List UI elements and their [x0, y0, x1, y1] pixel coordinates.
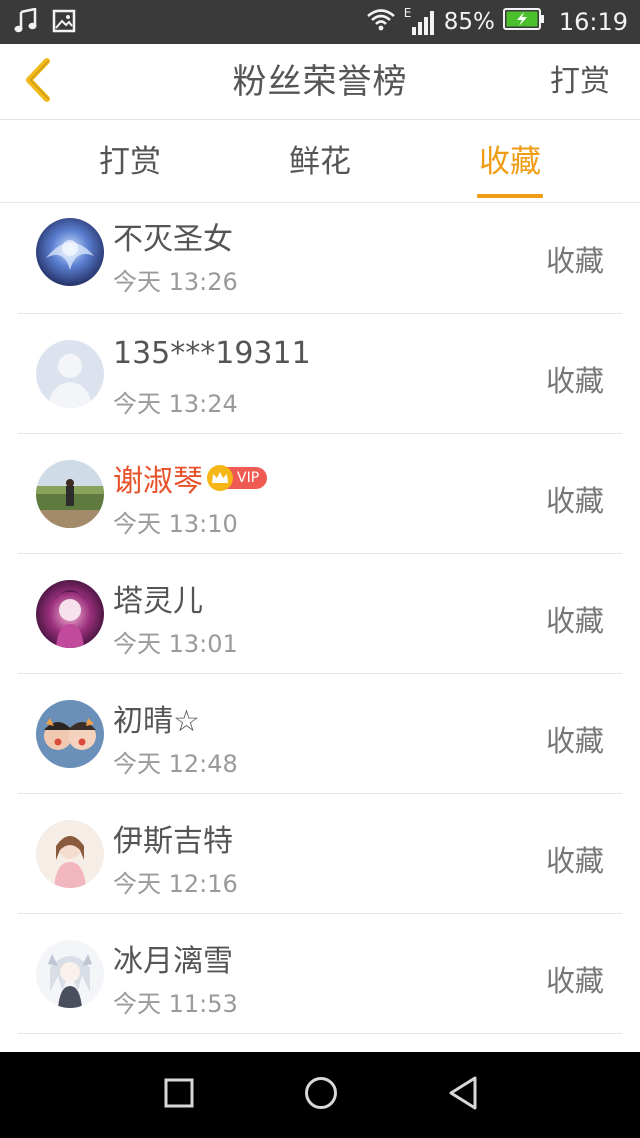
- crown-icon: [207, 465, 233, 491]
- timestamp: 今天 13:10: [113, 510, 238, 538]
- avatar: [36, 820, 104, 888]
- status-bar: E 85% 16:19: [0, 0, 640, 44]
- tab-bar: 打赏 鲜花 收藏: [0, 121, 640, 203]
- tab-reward[interactable]: 打赏: [60, 121, 200, 203]
- tab-flowers[interactable]: 鲜花: [250, 121, 390, 203]
- reward-button[interactable]: 打赏: [550, 44, 610, 120]
- home-button[interactable]: [298, 1072, 344, 1118]
- avatar: [36, 580, 104, 648]
- recents-button[interactable]: [156, 1072, 202, 1118]
- active-tab-indicator: [477, 194, 543, 198]
- list-item[interactable]: 冰月漓雪 今天 11:53 收藏: [18, 914, 622, 1034]
- status-bar-clock: 16:19: [558, 8, 628, 36]
- favorite-label: 收藏: [545, 244, 604, 278]
- user-name: 谢淑琴: [113, 464, 203, 499]
- list-item[interactable]: 135***19311 今天 13:24 收藏: [18, 314, 622, 434]
- tab-favorites-label: 收藏: [479, 144, 541, 180]
- user-name: 初晴☆: [113, 704, 200, 739]
- avatar: [36, 340, 104, 408]
- page-title: 粉丝荣誉榜: [232, 62, 408, 102]
- status-bar-left: [14, 7, 76, 38]
- status-bar-right: E 85% 16:19: [366, 0, 628, 44]
- list-item[interactable]: 谢淑琴 VIP 今天 13:10 收藏: [18, 434, 622, 554]
- avatar: [36, 218, 104, 286]
- avatar: [36, 940, 104, 1008]
- user-name-vip: 谢淑琴 VIP: [113, 456, 268, 500]
- vip-badge: VIP: [207, 465, 268, 491]
- user-name: 冰月漓雪: [113, 944, 233, 979]
- triangle-back-icon: [446, 1075, 480, 1115]
- favorite-label: 收藏: [545, 844, 604, 878]
- favorite-label: 收藏: [545, 484, 604, 518]
- avatar: [36, 460, 104, 528]
- timestamp: 今天 12:16: [113, 870, 238, 898]
- battery-percent: 85%: [443, 9, 495, 35]
- user-name: 不灭圣女: [113, 222, 233, 257]
- favorite-label: 收藏: [545, 724, 604, 758]
- cell-signal-icon: E: [404, 7, 436, 37]
- timestamp: 今天 12:48: [113, 750, 238, 778]
- music-note-icon: [14, 7, 38, 38]
- circle-home-icon: [303, 1075, 339, 1115]
- favorite-label: 收藏: [545, 604, 604, 638]
- favorite-label: 收藏: [545, 964, 604, 998]
- battery-charging-icon: [502, 8, 545, 36]
- tab-favorites[interactable]: 收藏: [440, 121, 580, 203]
- list-item[interactable]: 不灭圣女 今天 13:26 收藏: [18, 204, 622, 314]
- wifi-icon: [366, 7, 396, 37]
- list-item[interactable]: 初晴☆ 今天 12:48 收藏: [18, 674, 622, 794]
- back-nav-button[interactable]: [440, 1072, 486, 1118]
- list-item[interactable]: 塔灵儿 今天 13:01 收藏: [18, 554, 622, 674]
- system-nav-bar: [0, 1052, 640, 1138]
- user-name: 135***19311: [113, 336, 311, 371]
- timestamp: 今天 13:01: [113, 630, 238, 658]
- app-header: 粉丝荣誉榜 打赏: [0, 44, 640, 120]
- timestamp: 今天 13:24: [113, 390, 238, 418]
- favorite-label: 收藏: [545, 364, 604, 398]
- timestamp: 今天 13:26: [113, 268, 238, 296]
- image-icon: [52, 9, 76, 37]
- fan-list: 不灭圣女 今天 13:26 收藏 135***19311 今天 13:24 收藏…: [0, 204, 640, 1034]
- square-recents-icon: [163, 1077, 195, 1113]
- user-name: 塔灵儿: [113, 584, 203, 619]
- list-item[interactable]: 伊斯吉特 今天 12:16 收藏: [18, 794, 622, 914]
- user-name: 伊斯吉特: [113, 824, 233, 859]
- avatar: [36, 700, 104, 768]
- timestamp: 今天 11:53: [113, 990, 238, 1018]
